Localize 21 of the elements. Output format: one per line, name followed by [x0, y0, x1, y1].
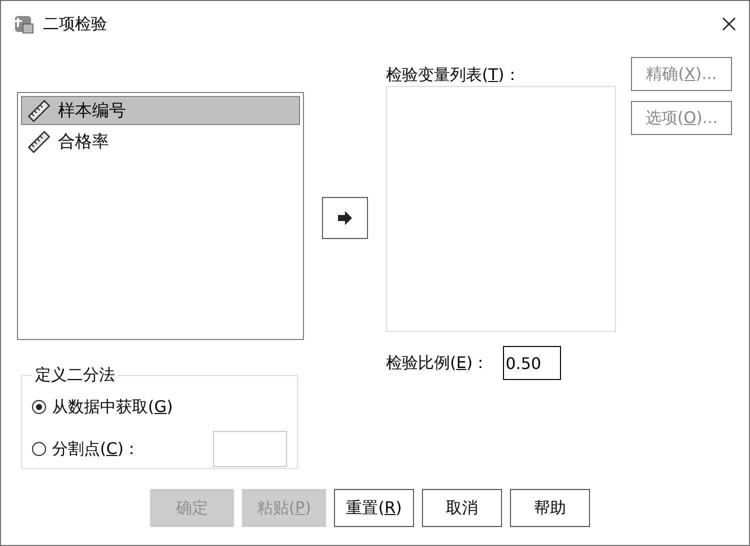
cut-point-field[interactable]	[213, 431, 287, 467]
close-icon[interactable]	[721, 16, 737, 32]
radio-button[interactable]	[32, 442, 46, 456]
app-icon	[13, 13, 35, 35]
radio-button[interactable]	[32, 400, 46, 414]
option-label: 从数据中获取(G)	[52, 396, 173, 418]
window-title: 二项检验	[43, 14, 107, 34]
dialog-button[interactable]: 重置(R)	[334, 489, 414, 527]
variable-item[interactable]: 样本编号	[21, 96, 300, 125]
field-label: 检验变量列表(T)：	[386, 65, 522, 82]
variable-item[interactable]: 合格率	[21, 127, 300, 156]
field-label: 检验比例(E)：	[386, 352, 489, 374]
dialog-button[interactable]: 取消	[422, 489, 502, 527]
option-label: 分割点(C)：	[52, 438, 140, 460]
ratio-field[interactable]: 0.50	[502, 346, 561, 380]
variable-label: 样本编号	[58, 100, 126, 122]
dialog-button[interactable]: 帮助	[510, 489, 590, 527]
move-button[interactable]	[322, 197, 368, 239]
right-arrow-icon	[337, 211, 353, 225]
group-title: 定义二分法	[34, 365, 116, 386]
variable-label: 合格率	[58, 131, 109, 153]
